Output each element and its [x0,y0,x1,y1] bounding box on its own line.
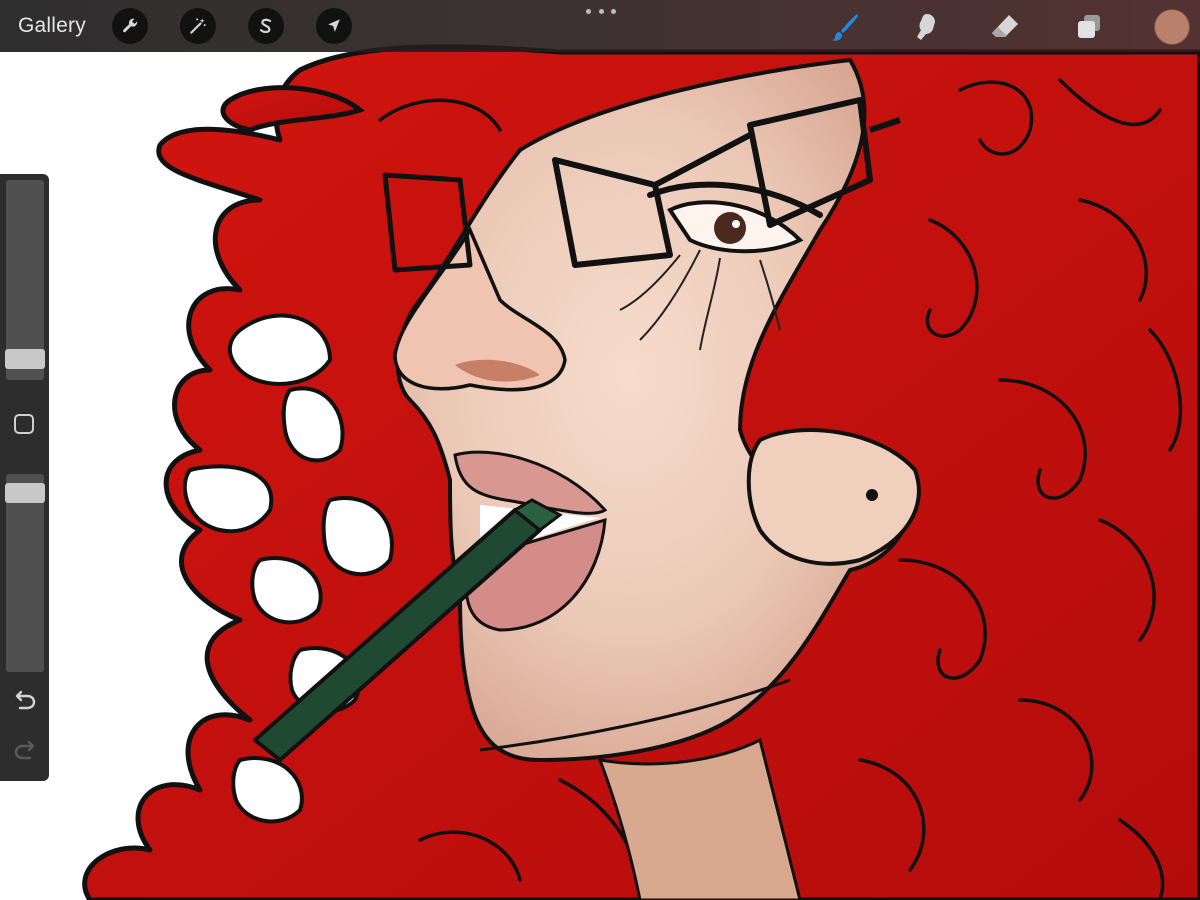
modify-button[interactable] [14,414,34,434]
more-menu-button[interactable] [586,4,616,18]
actions-button[interactable] [112,8,148,44]
selection-button[interactable] [248,8,284,44]
redo-arrow-icon [14,740,35,760]
adjustments-button[interactable] [180,8,216,44]
arrow-cursor-icon [328,19,340,32]
transform-button[interactable] [316,8,352,44]
brush-tool-button[interactable] [826,8,864,46]
eraser-tool-button[interactable] [986,8,1024,46]
brush-size-slider-handle[interactable] [5,349,45,370]
opacity-slider[interactable] [6,474,44,672]
smudge-tool-button[interactable] [906,8,944,46]
layers-tool-button[interactable] [1070,8,1108,46]
color-picker-button[interactable] [1154,9,1190,45]
undo-arrow-icon [15,690,36,710]
dot-icon [598,8,604,14]
undo-button[interactable] [12,689,38,713]
smudge-finger-icon [917,14,935,40]
selection-s-icon [259,18,272,34]
drawing-canvas[interactable] [0,0,1200,900]
dot-icon [611,8,616,14]
gallery-button[interactable]: Gallery [18,10,86,42]
opacity-slider-handle[interactable] [5,482,45,503]
dot-icon [586,8,591,14]
layers-icon [1078,15,1100,38]
redo-button[interactable] [12,739,38,763]
top-toolbar: Gallery [0,0,1200,52]
brush-icon [832,14,858,41]
eraser-icon [992,15,1018,37]
wrench-icon [123,18,138,33]
magic-wand-icon [190,18,206,34]
left-sidebar [0,174,49,781]
